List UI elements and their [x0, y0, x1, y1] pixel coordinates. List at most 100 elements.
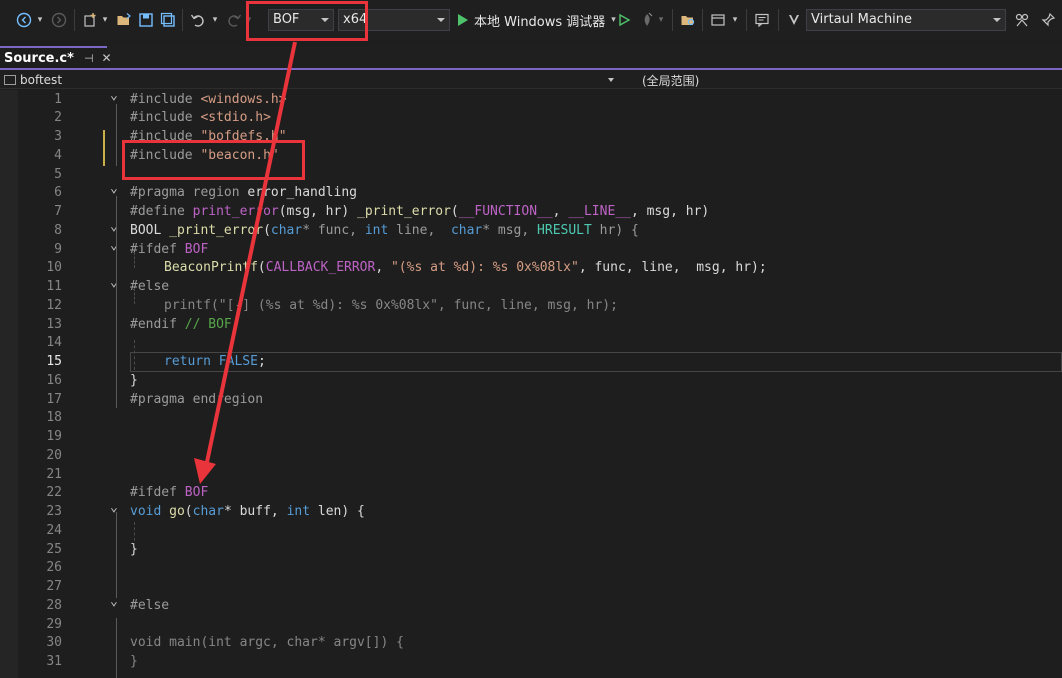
code-line[interactable]: 11 ⌄ #else: [0, 275, 1062, 297]
code-line[interactable]: 21: [0, 466, 1062, 485]
comment-icon[interactable]: [752, 10, 772, 30]
code-token: "(%s at %d): %s 0x%08lx": [390, 260, 579, 276]
pin-tab-icon[interactable]: ⊣: [84, 52, 94, 65]
code-text: #pragma region error_handling: [130, 184, 357, 203]
line-number: 29: [46, 616, 62, 632]
code-line[interactable]: 8 ⌄ BOOL _print_error(char* func, int line…: [0, 219, 1062, 241]
code-text: printf("[-] (%s at %d): %s 0x%08lx", fun…: [164, 297, 618, 316]
code-line[interactable]: 27: [0, 578, 1062, 597]
target-machine-combo[interactable]: Virtaul Machine: [806, 9, 1006, 31]
code-token: len) {: [310, 504, 365, 519]
chevron-down-icon: [608, 78, 614, 82]
line-number: 14: [46, 335, 62, 351]
redo-icon[interactable]: [224, 10, 244, 30]
window-layout-icon[interactable]: [708, 10, 728, 30]
new-dropdown-icon[interactable]: ▾: [100, 10, 110, 30]
start-without-debug-icon[interactable]: [616, 10, 632, 30]
code-token: __LINE__: [568, 204, 631, 219]
code-line[interactable]: 14: [0, 334, 1062, 353]
code-text: #pragma endregion: [130, 391, 263, 410]
code-token: #ifdef: [130, 241, 185, 257]
code-line[interactable]: 22 #ifdef BOF: [0, 484, 1062, 503]
code-line[interactable]: 1 ⌄ #include <windows.h>: [0, 90, 1062, 110]
line-number: 8: [54, 222, 62, 238]
code-line[interactable]: 25}: [0, 541, 1062, 560]
code-line[interactable]: 18: [0, 409, 1062, 428]
line-number: 25: [46, 541, 62, 557]
code-token: #pragma region: [130, 185, 248, 201]
code-token: #endif: [130, 316, 185, 332]
save-icon[interactable]: [136, 10, 156, 30]
fold-toggle-icon[interactable]: ⌄: [110, 90, 122, 105]
scope-dropdown[interactable]: (全局范围): [622, 71, 1062, 89]
code-line[interactable]: 29: [0, 616, 1062, 635]
code-token: <stdio.h>: [200, 110, 271, 126]
code-token: (msg, hr): [278, 204, 357, 219]
annotation-box-config: [246, 1, 368, 41]
code-line[interactable]: 31}: [0, 653, 1062, 672]
play-icon: [458, 14, 468, 26]
code-line[interactable]: 6 ⌄ #pragma region error_handling: [0, 181, 1062, 203]
pin-icon[interactable]: [1038, 10, 1058, 30]
hot-reload-icon[interactable]: [638, 10, 656, 30]
line-number: 21: [46, 466, 62, 482]
indent-guide: [134, 252, 135, 268]
code-token: _print_error: [357, 204, 451, 219]
nav-back-icon[interactable]: [14, 10, 34, 30]
save-all-icon[interactable]: [158, 10, 178, 30]
project-dropdown[interactable]: boftest: [0, 71, 620, 89]
close-icon[interactable]: ✕: [102, 51, 112, 65]
line-number: 24: [46, 522, 62, 538]
remote-icon[interactable]: [1012, 10, 1032, 30]
line-number: 31: [46, 654, 62, 669]
code-line[interactable]: 19: [0, 428, 1062, 447]
code-token: #pragma endregion: [130, 391, 264, 407]
code-token: #include: [130, 91, 201, 107]
code-line[interactable]: 9 ⌄ #ifdef BOF: [0, 238, 1062, 260]
open-folder-icon[interactable]: [114, 10, 134, 30]
start-debugging-button[interactable]: 本地 Windows 调试器 ▾: [458, 9, 616, 31]
code-line[interactable]: 26: [0, 559, 1062, 578]
hot-reload-dropdown-icon[interactable]: ▾: [656, 10, 666, 30]
code-text: #else: [130, 278, 169, 297]
scope-label: (全局范围): [642, 73, 700, 88]
code-line[interactable]: 23 ⌄ void go(char* buff, int len) {: [0, 500, 1062, 522]
fold-region-line: [116, 196, 117, 408]
code-token: #define: [130, 204, 193, 219]
code-token: BOF: [184, 485, 209, 501]
layout-dropdown-icon[interactable]: ▾: [730, 10, 740, 30]
code-line[interactable]: 2 #include <stdio.h>: [0, 109, 1062, 128]
line-number: 18: [46, 410, 62, 426]
undo-icon[interactable]: [188, 10, 208, 30]
code-line[interactable]: 7 #define print_error(msg, hr) _print_err…: [0, 203, 1062, 222]
code-token: __FUNCTION__: [458, 204, 553, 219]
code-line[interactable]: 28 ⌄ #else: [0, 594, 1062, 616]
new-project-icon[interactable]: [80, 10, 100, 30]
code-line[interactable]: 20: [0, 447, 1062, 466]
tab-source-c[interactable]: Source.c* ⊣ ✕: [0, 46, 112, 68]
code-token: #else: [130, 279, 170, 294]
solution-explorer-icon[interactable]: [678, 10, 698, 30]
nav-back-dropdown-icon[interactable]: ▾: [34, 10, 46, 30]
code-token: int: [364, 222, 389, 238]
code-line[interactable]: 10 BeaconPrintf(CALLBACK_ERROR, "(%s at %…: [0, 259, 1062, 278]
nav-forward-icon[interactable]: [50, 10, 68, 30]
code-text: #include <stdio.h>: [130, 109, 271, 128]
code-line[interactable]: 30 void main(int argc, char* argv[]) {: [0, 634, 1062, 653]
line-number: 16: [46, 372, 62, 388]
undo-dropdown-icon[interactable]: ▾: [210, 10, 220, 30]
code-token: line,: [388, 222, 451, 238]
line-number: 6: [54, 185, 62, 201]
navigation-bar: boftest (全局范围): [0, 71, 1062, 89]
code-text: #define print_error(msg, hr) _print_erro…: [130, 203, 709, 222]
code-token: #include: [130, 110, 201, 126]
code-line[interactable]: 24: [0, 522, 1062, 541]
code-text: #include <windows.h>: [130, 91, 287, 110]
code-line[interactable]: 16}: [0, 372, 1062, 391]
code-line[interactable]: 12 printf("[-] (%s at %d): %s 0x%08lx", f…: [0, 297, 1062, 316]
code-token: printf("[-] (%s at %d): %s 0x%08lx", fun…: [164, 297, 618, 313]
code-token: , msg, hr): [630, 204, 710, 219]
code-token: * msg,: [482, 222, 538, 238]
code-line[interactable]: 13 #endif // BOF: [0, 316, 1062, 335]
code-line[interactable]: 17 #pragma endregion: [0, 391, 1062, 410]
